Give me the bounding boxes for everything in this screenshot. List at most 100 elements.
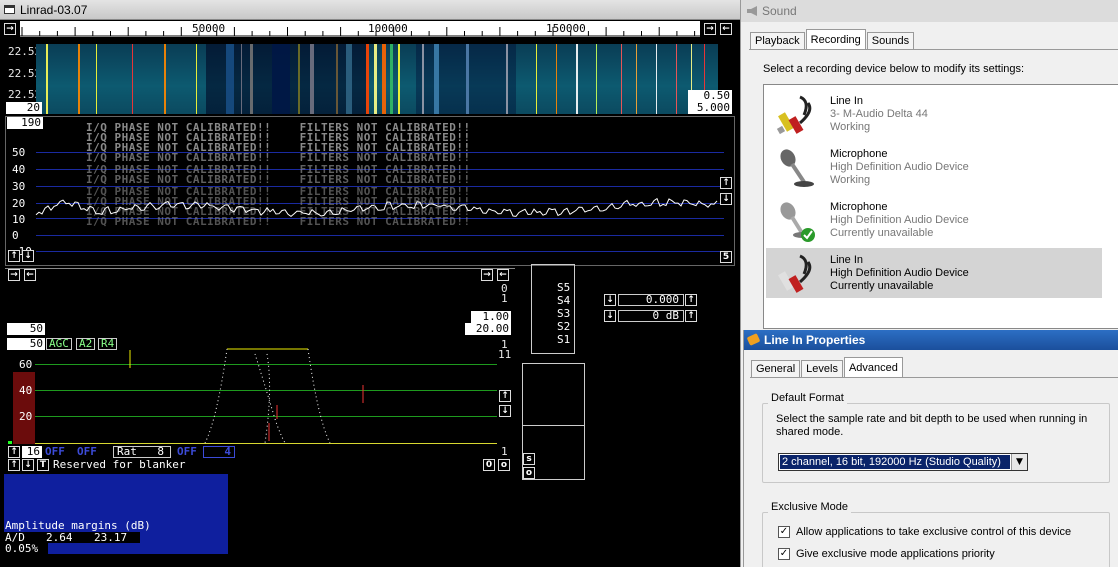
amplitude-margins-panel: Amplitude margins (dB) A/D 2.64 23.17 0.… <box>4 474 228 555</box>
sound-title-bar: Sound <box>741 0 1118 22</box>
rat-label: Rat <box>117 445 137 458</box>
s-meter-label: S5 <box>557 281 571 294</box>
linrad-title-bar: Linrad-03.07 <box>0 0 740 20</box>
exclusive-mode-label: Exclusive Mode <box>768 501 852 513</box>
rca-cable-icon <box>776 95 812 135</box>
spectrum-up-arrow-button[interactable]: ↑ <box>720 177 732 189</box>
waterfall-display[interactable] <box>36 44 718 114</box>
ruler-right-right-arrow-button[interactable]: → <box>704 23 716 35</box>
linrad-title-text: Linrad-03.07 <box>20 3 88 17</box>
linrad-app-icon <box>4 5 15 14</box>
reserved-up-button[interactable]: ↑ <box>8 459 20 471</box>
tab-general[interactable]: General <box>751 360 801 378</box>
rca-cable-icon <box>778 254 812 293</box>
props-tabs: General Levels Advanced <box>751 357 904 378</box>
waterfall-left-value-box[interactable]: 20 <box>6 102 42 114</box>
value-4-box[interactable]: 4 <box>203 446 235 458</box>
db-down-button[interactable]: ↓ <box>604 310 616 322</box>
bb-row-up-button[interactable]: ↑ <box>8 446 20 458</box>
s-meter-label: S3 <box>557 307 571 320</box>
bb-down-arrow-button[interactable]: ↓ <box>499 405 511 417</box>
device-item[interactable]: Line In 3- M-Audio Delta 44 Working <box>766 89 1102 139</box>
sound-title-text: Sound <box>762 4 797 18</box>
db-value[interactable]: 0 dB <box>618 310 684 322</box>
gain-down-button[interactable]: ↓ <box>604 294 616 306</box>
amplitude-title: Amplitude margins (dB) <box>5 519 151 532</box>
device-name: Microphone <box>830 201 888 213</box>
device-desc: 3- M-Audio Delta 44 <box>830 108 928 120</box>
ruler-left-right-arrow-button[interactable]: → <box>4 23 16 35</box>
frequency-ruler[interactable]: 50000 100000 150000 <box>20 21 700 37</box>
spectrum-down-arrow-button[interactable]: ↓ <box>720 193 732 205</box>
reserved-zero-box[interactable]: 0 <box>483 459 495 471</box>
s-meter-label: S1 <box>557 333 571 346</box>
freq-tick-150000: 150000 <box>546 22 586 35</box>
format-select[interactable]: 2 channel, 16 bit, 192000 Hz (Studio Qua… <box>778 453 1028 471</box>
ruler-left-arrow-button[interactable]: ← <box>720 23 732 35</box>
reserved-o-box[interactable]: o <box>498 459 510 471</box>
side-o-button[interactable]: o <box>523 467 535 479</box>
tab-playback[interactable]: Playback <box>750 32 805 50</box>
device-desc: High Definition Audio Device <box>830 267 969 279</box>
give-priority-checkbox[interactable]: ✓ <box>778 548 790 560</box>
device-desc: High Definition Audio Device <box>830 214 969 226</box>
allow-exclusive-label[interactable]: Allow applications to take exclusive con… <box>796 526 1071 538</box>
rat-value: 8 <box>157 445 164 458</box>
off-button-2[interactable]: OFF <box>77 446 97 458</box>
freq-tick-100000: 100000 <box>368 22 408 35</box>
device-item[interactable]: Microphone High Definition Audio Device … <box>766 142 1102 192</box>
format-select-value: 2 channel, 16 bit, 192000 Hz (Studio Qua… <box>779 454 1011 470</box>
sound-instruction: Select a recording device below to modif… <box>763 63 1025 75</box>
ruler-ticks <box>20 27 700 37</box>
tab-levels[interactable]: Levels <box>801 360 843 378</box>
device-name: Microphone <box>830 148 888 160</box>
sound-tabs: Playback Recording Sounds <box>750 29 915 50</box>
s-meter: S5 S4 S3 S2 S1 <box>531 264 575 354</box>
device-status: Currently unavailable <box>830 227 934 239</box>
side-s-button[interactable]: s <box>523 453 535 465</box>
spectrum-right-value-box[interactable]: 5 <box>720 251 732 263</box>
default-format-label: Default Format <box>768 392 847 404</box>
reserved-down-button[interactable]: ↓ <box>22 459 34 471</box>
allow-exclusive-checkbox[interactable]: ✓ <box>778 526 790 538</box>
microphone-icon <box>780 149 814 187</box>
waterfall-right-bottom-box[interactable]: 5.000 <box>688 102 732 114</box>
props-title-text: Line In Properties <box>764 333 866 347</box>
device-item[interactable]: Microphone High Definition Audio Device … <box>766 195 1102 245</box>
reserved-t-button[interactable]: T <box>37 459 49 471</box>
tab-recording[interactable]: Recording <box>805 29 866 50</box>
line-in-properties-dialog: Line In Properties General Levels Advanc… <box>743 330 1118 567</box>
ad-value-2: 23.17 <box>94 531 128 544</box>
spectrum-trace <box>35 197 718 218</box>
bb-16-box[interactable]: 16 <box>22 446 42 458</box>
freq-tick-50000: 50000 <box>192 22 226 35</box>
off-button-1[interactable]: OFF <box>45 446 65 458</box>
tab-sounds[interactable]: Sounds <box>866 32 915 50</box>
device-item-selected[interactable]: Line In High Definition Audio Device Cur… <box>766 248 1102 298</box>
linrad-window: Linrad-03.07 → → ← 50000 100000 150000 2… <box>0 0 740 567</box>
microphone-default-icon <box>780 202 815 242</box>
baseband-panel[interactable]: → ← → ← 0 1 1.00 50 20.00 50 AGC A2 R4 1… <box>5 268 515 471</box>
bb-up-arrow-button[interactable]: ↑ <box>499 390 511 402</box>
tab-advanced[interactable]: Advanced <box>843 357 903 378</box>
chevron-down-icon[interactable]: ▼ <box>1011 454 1027 470</box>
rat-control[interactable]: Rat 8 <box>113 446 171 458</box>
reserved-for-blanker-text: Reserved for blanker <box>53 458 186 471</box>
s-meter-label: S2 <box>557 320 571 333</box>
db-up-button[interactable]: ↑ <box>685 310 697 322</box>
give-priority-label[interactable]: Give exclusive mode applications priorit… <box>796 548 995 560</box>
props-title-bar: Line In Properties <box>744 330 1118 350</box>
spectrum-panel[interactable]: 190 50 40 30 20 10 0 -10 I/Q PHASE NOT C… <box>5 116 735 266</box>
gain-value[interactable]: 0.000 <box>618 294 684 306</box>
gain-up-button[interactable]: ↑ <box>685 294 697 306</box>
spectrum-bottom-up-button[interactable]: ↑ <box>8 250 20 262</box>
ad-value-1: 2.64 <box>46 531 73 544</box>
off-button-3[interactable]: OFF <box>177 446 197 458</box>
device-name: Line In <box>830 95 864 107</box>
spectrum-bottom-down-button[interactable]: ↓ <box>22 250 34 262</box>
amplitude-percent: 0.05% <box>5 542 39 555</box>
device-status: Working <box>830 174 871 186</box>
recording-device-list[interactable]: Line In 3- M-Audio Delta 44 Working Micr… <box>763 84 1118 329</box>
bb-right-value: 1 <box>501 445 508 458</box>
default-format-text: Select the sample rate and bit depth to … <box>776 413 1088 438</box>
